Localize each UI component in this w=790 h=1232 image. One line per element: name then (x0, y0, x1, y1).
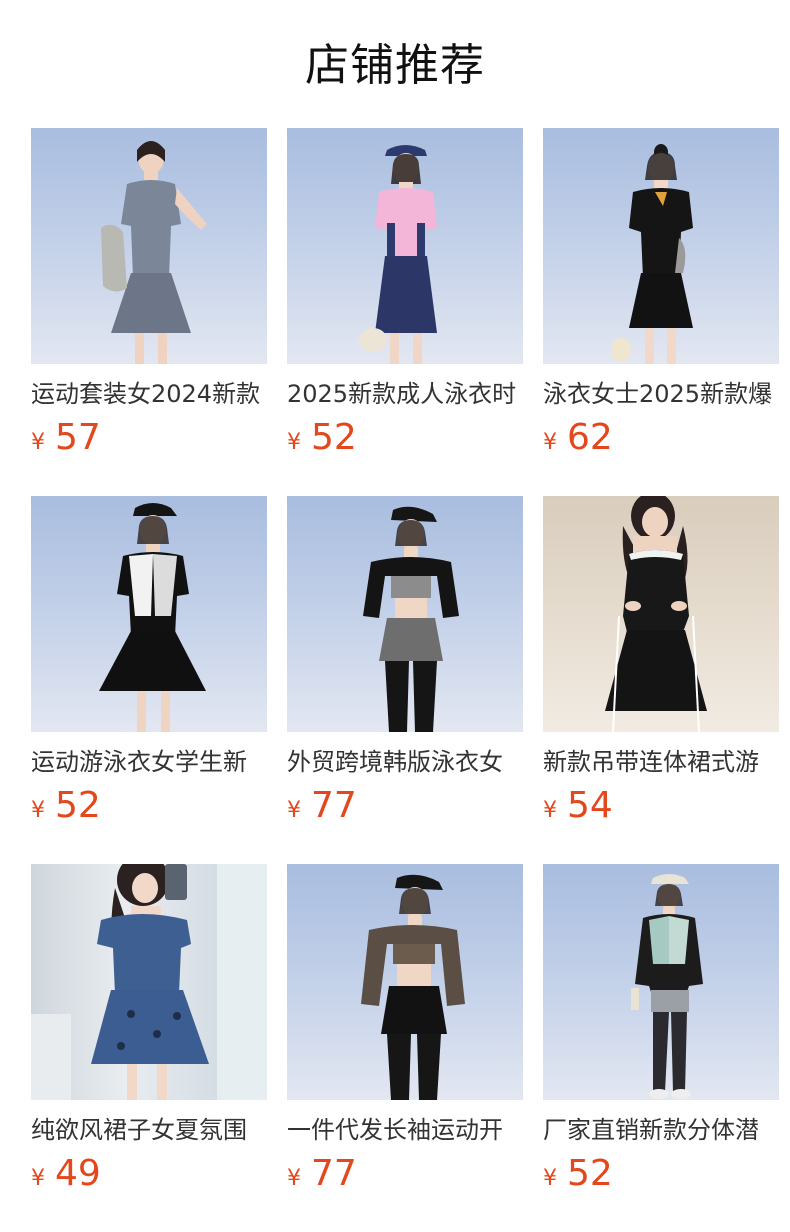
price-value: 57 (55, 417, 101, 458)
product-price: ¥57 (31, 416, 267, 460)
product-card[interactable]: 2025新款成人泳衣时 ¥52 (287, 128, 523, 460)
page-title: 店铺推荐 (305, 40, 485, 91)
price-value: 52 (567, 1153, 613, 1194)
product-price: ¥62 (543, 416, 779, 460)
price-value: 49 (55, 1153, 101, 1194)
product-name[interactable]: 运动套装女2024新款 (31, 377, 267, 411)
product-image[interactable] (287, 128, 523, 364)
product-card[interactable]: 厂家直销新款分体潜 ¥52 (543, 864, 779, 1196)
product-card[interactable]: 运动游泳衣女学生新 ¥52 (31, 496, 267, 828)
product-image[interactable] (543, 864, 779, 1100)
currency-symbol: ¥ (543, 1166, 557, 1191)
product-price: ¥49 (31, 1152, 267, 1196)
product-card[interactable]: 外贸跨境韩版泳衣女 ¥77 (287, 496, 523, 828)
product-card[interactable]: 一件代发长袖运动开 ¥77 (287, 864, 523, 1196)
currency-symbol: ¥ (287, 1166, 301, 1191)
product-name[interactable]: 新款吊带连体裙式游 (543, 745, 779, 779)
product-name[interactable]: 外贸跨境韩版泳衣女 (287, 745, 523, 779)
currency-symbol: ¥ (287, 430, 301, 455)
product-name[interactable]: 2025新款成人泳衣时 (287, 377, 523, 411)
product-name[interactable]: 泳衣女士2025新款爆 (543, 377, 779, 411)
currency-symbol: ¥ (287, 798, 301, 823)
product-name[interactable]: 一件代发长袖运动开 (287, 1113, 523, 1147)
product-name[interactable]: 纯欲风裙子女夏氛围 (31, 1113, 267, 1147)
price-value: 52 (311, 417, 357, 458)
price-value: 52 (55, 785, 101, 826)
product-name[interactable]: 运动游泳衣女学生新 (31, 745, 267, 779)
product-image[interactable] (31, 864, 267, 1100)
product-card[interactable]: 新款吊带连体裙式游 ¥54 (543, 496, 779, 828)
product-image[interactable] (543, 128, 779, 364)
price-value: 77 (311, 785, 357, 826)
price-value: 62 (567, 417, 613, 458)
product-price: ¥52 (287, 416, 523, 460)
price-value: 77 (311, 1153, 357, 1194)
currency-symbol: ¥ (31, 430, 45, 455)
currency-symbol: ¥ (31, 798, 45, 823)
product-card[interactable]: 泳衣女士2025新款爆 ¥62 (543, 128, 779, 460)
product-card[interactable]: 运动套装女2024新款 ¥57 (31, 128, 267, 460)
product-image[interactable] (287, 496, 523, 732)
product-price: ¥52 (543, 1152, 779, 1196)
currency-symbol: ¥ (31, 1166, 45, 1191)
product-price: ¥77 (287, 1152, 523, 1196)
product-price: ¥54 (543, 784, 779, 828)
currency-symbol: ¥ (543, 798, 557, 823)
product-image[interactable] (543, 496, 779, 732)
product-image[interactable] (31, 128, 267, 364)
currency-symbol: ¥ (543, 430, 557, 455)
product-card[interactable]: 纯欲风裙子女夏氛围 ¥49 (31, 864, 267, 1196)
product-image[interactable] (287, 864, 523, 1100)
product-image[interactable] (31, 496, 267, 732)
price-value: 54 (567, 785, 613, 826)
product-price: ¥52 (31, 784, 267, 828)
product-name[interactable]: 厂家直销新款分体潜 (543, 1113, 779, 1147)
product-price: ¥77 (287, 784, 523, 828)
